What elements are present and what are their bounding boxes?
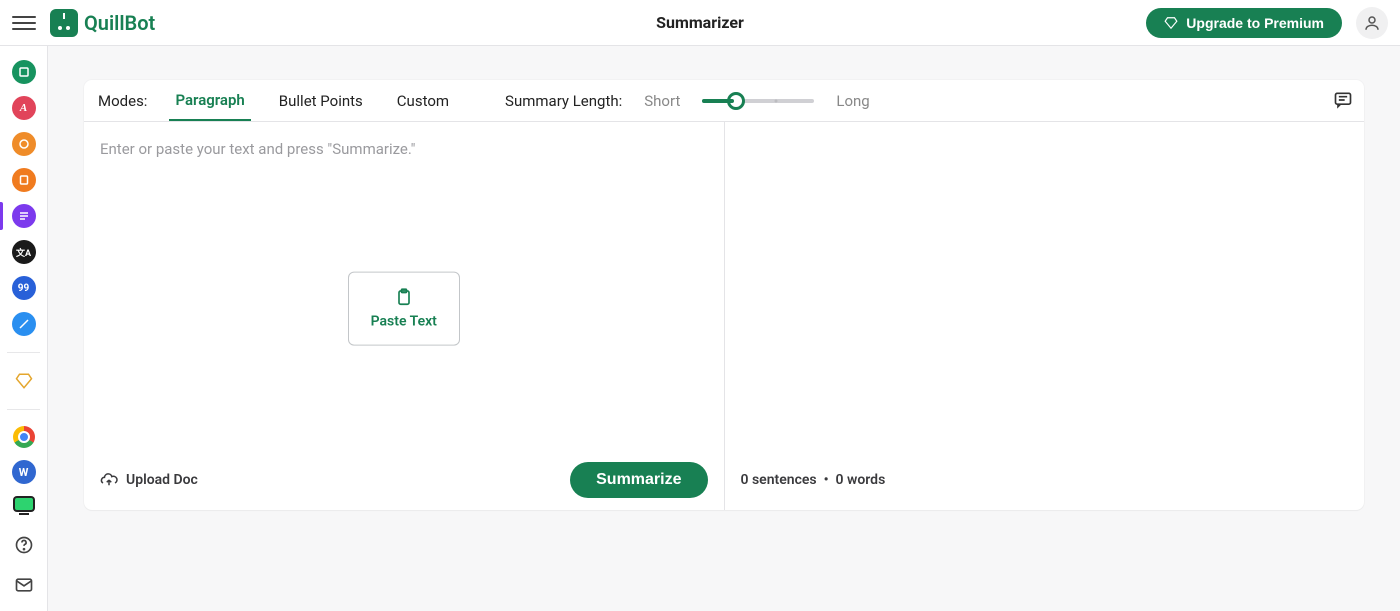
upgrade-button[interactable]: Upgrade to Premium [1146, 8, 1342, 38]
feedback-button[interactable] [1332, 90, 1354, 112]
modes-bar: Modes: Paragraph Bullet Points Custom Su… [84, 80, 1364, 122]
panels: Enter or paste your text and press "Summ… [84, 122, 1364, 510]
sidebar-tool-plagiarism[interactable] [12, 132, 36, 156]
clipboard-icon [394, 288, 414, 308]
summarize-label: Summarize [596, 471, 681, 488]
sidebar-divider [7, 352, 40, 353]
upgrade-label: Upgrade to Premium [1186, 15, 1324, 31]
sidebar-premium[interactable] [12, 369, 36, 393]
account-button[interactable] [1356, 7, 1388, 39]
length-min: Short [644, 92, 680, 110]
sidebar-tool-summarizer[interactable] [12, 204, 36, 228]
main-area: Modes: Paragraph Bullet Points Custom Su… [48, 46, 1400, 611]
sentence-count: 0 [741, 472, 749, 488]
page-title: Summarizer [656, 13, 744, 32]
input-editor[interactable]: Enter or paste your text and press "Summ… [100, 140, 708, 158]
paste-text-button[interactable]: Paste Text [348, 272, 460, 346]
upload-label: Upload Doc [126, 472, 198, 488]
sidebar: A 文A 99 W [0, 46, 48, 611]
sidebar-tool-extensions[interactable] [12, 312, 36, 336]
input-panel: Enter or paste your text and press "Summ… [84, 122, 724, 510]
brand-logo[interactable]: QuillBot [50, 9, 155, 37]
sidebar-chrome-extension[interactable] [13, 426, 35, 448]
user-icon [1363, 14, 1381, 32]
output-stats: 0 sentences • 0 words [741, 472, 886, 488]
mode-tab-custom[interactable]: Custom [391, 82, 455, 120]
mail-icon [14, 575, 34, 595]
sidebar-divider-2 [7, 409, 40, 410]
sentence-word: sentences [752, 472, 817, 488]
sidebar-tool-cowriter[interactable] [12, 168, 36, 192]
sidebar-tool-translator[interactable]: 文A [12, 240, 36, 264]
sidebar-tool-grammar[interactable]: A [12, 96, 36, 120]
help-icon [14, 535, 34, 555]
length-slider[interactable] [702, 99, 814, 103]
app-header: QuillBot Summarizer Upgrade to Premium [0, 0, 1400, 46]
slider-thumb[interactable] [727, 92, 745, 110]
slider-tick [775, 99, 778, 102]
menu-button[interactable] [12, 11, 36, 35]
stats-sep: • [824, 472, 829, 488]
help-button[interactable] [12, 533, 36, 557]
brand-mark-icon [50, 9, 78, 37]
contact-button[interactable] [12, 573, 36, 597]
summarize-button[interactable]: Summarize [570, 462, 707, 498]
mode-tab-bullet[interactable]: Bullet Points [273, 82, 369, 120]
sidebar-word-addin[interactable]: W [12, 460, 36, 484]
sidebar-tool-citation[interactable]: 99 [12, 276, 36, 300]
upload-icon [100, 471, 118, 489]
upload-doc-button[interactable]: Upload Doc [100, 471, 198, 489]
word-word: words [847, 472, 885, 488]
input-bottom-bar: Upload Doc Summarize [84, 450, 724, 510]
feedback-icon [1333, 90, 1353, 110]
diamond-icon [1164, 16, 1178, 30]
output-panel: 0 sentences • 0 words [724, 122, 1365, 510]
length-label: Summary Length: [505, 92, 622, 110]
mode-tab-paragraph[interactable]: Paragraph [169, 81, 250, 121]
modes-label: Modes: [98, 92, 147, 110]
paste-text-label: Paste Text [371, 314, 437, 330]
sidebar-tool-paraphraser[interactable] [12, 60, 36, 84]
word-count: 0 [836, 472, 844, 488]
length-max: Long [836, 92, 869, 110]
brand-name: QuillBot [84, 11, 155, 35]
sidebar-desktop-app[interactable] [13, 496, 35, 512]
summarizer-card: Modes: Paragraph Bullet Points Custom Su… [84, 80, 1364, 510]
output-bottom-bar: 0 sentences • 0 words [725, 450, 1365, 510]
